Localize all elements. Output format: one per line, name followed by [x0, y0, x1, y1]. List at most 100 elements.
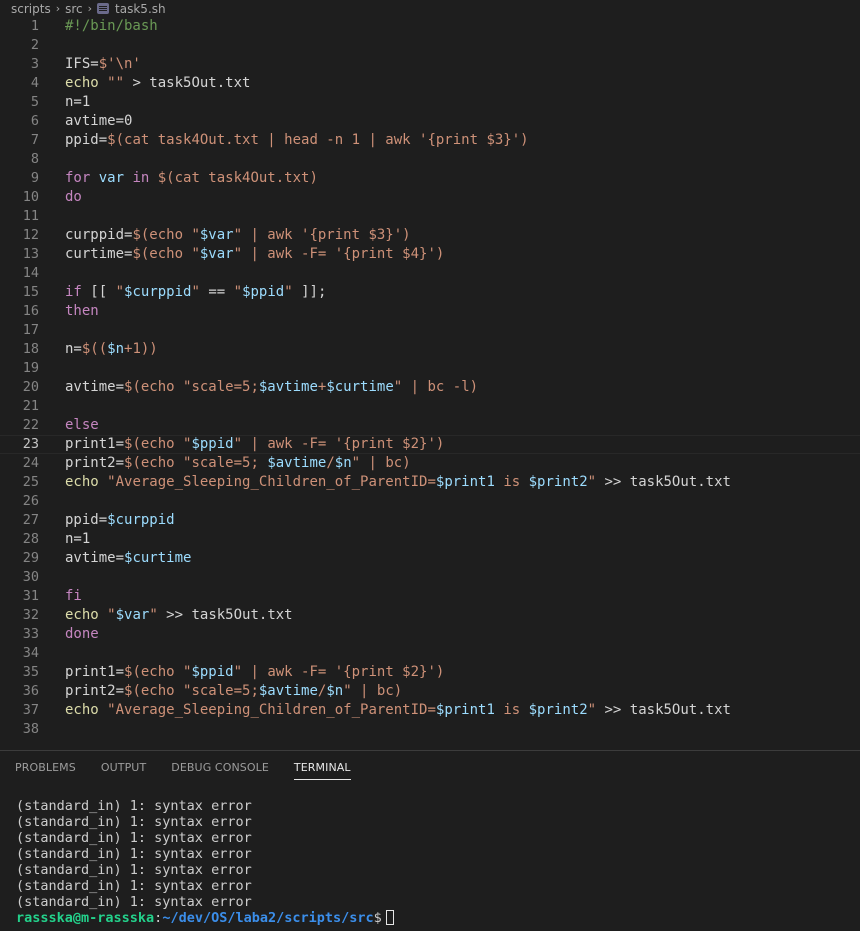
code-token: n=1 [65, 531, 91, 547]
line-number: 23 [22, 436, 39, 452]
code-line[interactable]: 35 print1=$(echo "$ppid" | awk -F= '{prin… [0, 663, 860, 682]
tab-terminal[interactable]: TERMINAL [284, 751, 361, 785]
code-token: $ppid [191, 664, 234, 680]
tab-problems[interactable]: PROBLEMS [5, 751, 86, 785]
code-token: "" [107, 75, 125, 91]
code-token: $print1 [435, 474, 495, 490]
code-line[interactable]: 15 if [[ "$curppid" == "$ppid" ]]; [0, 283, 860, 302]
code-line[interactable]: 2 [0, 36, 860, 55]
terminal-prompt-line[interactable]: rassska@m-rassska:~/dev/OS/laba2/scripts… [16, 910, 856, 926]
code-token: is [494, 702, 529, 718]
code-line[interactable]: 36 print2=$(echo "scale=5;$avtime/$n" | b… [0, 682, 860, 701]
code-token: curtime= [65, 246, 133, 262]
code-token: " | awk '{print $3}') [233, 227, 411, 243]
line-number: 33 [22, 626, 39, 642]
code-line[interactable]: 14 [0, 264, 860, 283]
line-number: 18 [22, 341, 39, 357]
code-token: $curtime [326, 379, 394, 395]
code-token: $(echo " [132, 227, 200, 243]
code-line[interactable]: 16 then [0, 302, 860, 321]
terminal-output[interactable]: (standard_in) 1: syntax error (standard_i… [16, 798, 856, 926]
code-line[interactable]: 33 done [0, 625, 860, 644]
code-line[interactable]: 30 [0, 568, 860, 587]
code-token: done [65, 626, 99, 642]
code-line[interactable]: 12 curppid=$(echo "$var" | awk '{print $3… [0, 226, 860, 245]
code-token: >> task5Out.txt [157, 607, 293, 623]
code-line[interactable]: 23 print1=$(echo "$ppid" | awk -F= '{prin… [0, 435, 860, 454]
line-code: n=1 [65, 530, 90, 549]
line-number: 38 [22, 721, 39, 737]
code-editor[interactable]: 1 #!/bin/bash 2 3 IFS=$'\n' 4 echo "" > task5O… [0, 17, 860, 747]
code-token: ppid= [65, 512, 108, 528]
code-line[interactable]: 8 [0, 150, 860, 169]
code-token: n= [65, 341, 82, 357]
code-line[interactable]: 4 echo "" > task5Out.txt [0, 74, 860, 93]
line-number: 32 [22, 607, 39, 623]
code-line[interactable]: 26 [0, 492, 860, 511]
line-number: 30 [22, 569, 39, 585]
code-line[interactable]: 11 [0, 207, 860, 226]
code-line[interactable]: 7 ppid=$(cat task4Out.txt | head -n 1 | a… [0, 131, 860, 150]
line-number: 2 [30, 37, 39, 53]
line-code: do [65, 188, 82, 207]
line-code: ppid=$(cat task4Out.txt | head -n 1 | aw… [65, 131, 529, 150]
line-code: then [65, 302, 99, 321]
code-token: " | bc) [351, 455, 411, 471]
code-line[interactable]: 32 echo "$var" >> task5Out.txt [0, 606, 860, 625]
code-line[interactable]: 13 curtime=$(echo "$var" | awk -F= '{prin… [0, 245, 860, 264]
breadcrumb: scripts › src › task5.sh [0, 0, 860, 17]
code-token: " [191, 284, 200, 300]
line-number: 12 [22, 227, 39, 243]
code-line[interactable]: 21 [0, 397, 860, 416]
code-line[interactable]: 3 IFS=$'\n' [0, 55, 860, 74]
code-line[interactable]: 5 n=1 [0, 93, 860, 112]
code-line[interactable]: 19 [0, 359, 860, 378]
code-token: " | bc) [343, 683, 403, 699]
breadcrumb-item-file[interactable]: task5.sh [115, 2, 166, 16]
code-token: is [494, 474, 529, 490]
code-token: / [326, 455, 335, 471]
line-code: echo "" > task5Out.txt [65, 74, 250, 93]
code-line[interactable]: 27 ppid=$curppid [0, 511, 860, 530]
code-line[interactable]: 17 [0, 321, 860, 340]
code-token: " | awk -F= '{print $2}') [233, 664, 445, 680]
code-token: " | awk -F= '{print $4}') [233, 246, 445, 262]
line-code: print2=$(echo "scale=5; $avtime/$n" | bc… [65, 454, 411, 473]
code-line[interactable]: 28 n=1 [0, 530, 860, 549]
line-number: 21 [22, 398, 39, 414]
code-line[interactable]: 10 do [0, 188, 860, 207]
code-line[interactable]: 31 fi [0, 587, 860, 606]
line-code: ppid=$curppid [65, 511, 175, 530]
code-token: $curppid [124, 284, 192, 300]
code-token: $(echo "scale=5; [124, 683, 259, 699]
code-token: $(echo " [132, 246, 200, 262]
code-line[interactable]: 22 else [0, 416, 860, 435]
code-line[interactable]: 29 avtime=$curtime [0, 549, 860, 568]
line-code: if [[ "$curppid" == "$ppid" ]]; [65, 283, 326, 302]
code-line[interactable]: 25 echo "Average_Sleeping_Children_of_Par… [0, 473, 860, 492]
line-code: avtime=$(echo "scale=5;$avtime+$curtime"… [65, 378, 478, 397]
tab-debug-console[interactable]: DEBUG CONSOLE [161, 751, 279, 785]
code-token: fi [65, 588, 82, 604]
tab-output[interactable]: OUTPUT [91, 751, 156, 785]
line-code: avtime=0 [65, 112, 132, 131]
code-line[interactable]: 6 avtime=0 [0, 112, 860, 131]
line-number: 28 [22, 531, 39, 547]
code-line[interactable]: 24 print2=$(echo "scale=5; $avtime/$n" | … [0, 454, 860, 473]
line-number: 31 [22, 588, 39, 604]
code-line[interactable]: 1 #!/bin/bash [0, 17, 860, 36]
breadcrumb-item-scripts[interactable]: scripts [11, 2, 51, 16]
code-line[interactable]: 34 [0, 644, 860, 663]
code-token: IFS= [65, 56, 99, 72]
code-line[interactable]: 20 avtime=$(echo "scale=5;$avtime+$curtim… [0, 378, 860, 397]
code-line[interactable]: 38 [0, 720, 860, 739]
code-line[interactable]: 9 for var in $(cat task4Out.txt) [0, 169, 860, 188]
code-line[interactable]: 37 echo "Average_Sleeping_Children_of_Par… [0, 701, 860, 720]
code-token: in [132, 170, 158, 186]
line-code: print1=$(echo "$ppid" | awk -F= '{print … [65, 663, 444, 682]
terminal-line: (standard_in) 1: syntax error [16, 894, 252, 910]
breadcrumb-item-src[interactable]: src [65, 2, 83, 16]
code-token: var [98, 170, 133, 186]
code-line[interactable]: 18 n=$(($n+1)) [0, 340, 860, 359]
line-number: 36 [22, 683, 39, 699]
